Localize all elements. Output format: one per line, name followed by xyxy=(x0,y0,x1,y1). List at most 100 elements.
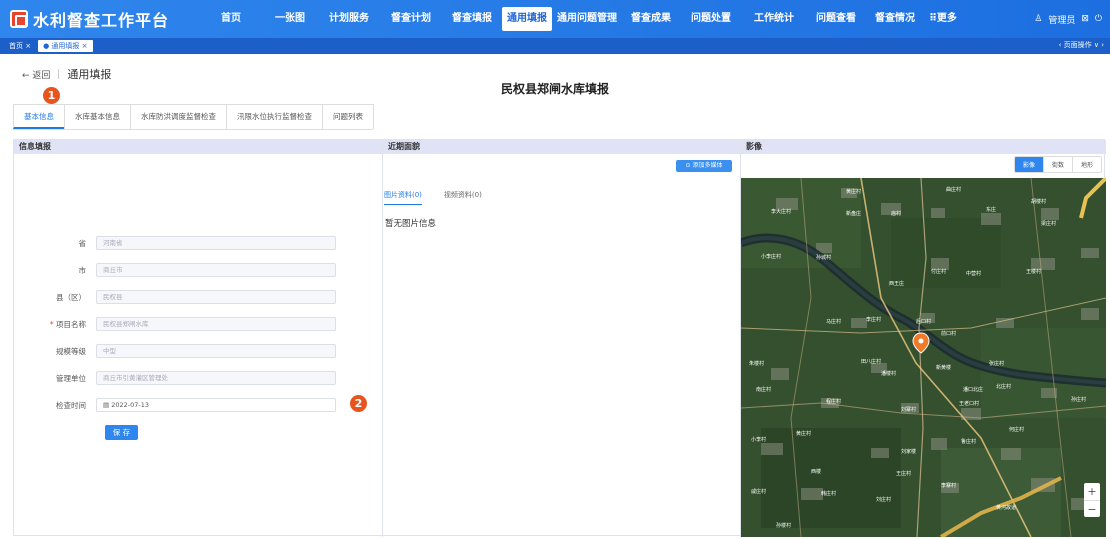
app-title: 水利督查工作平台 xyxy=(33,11,170,30)
map-village-label: 付庄村 xyxy=(931,269,947,275)
user-icon: ♙ xyxy=(1034,14,1043,24)
tab-photos[interactable]: 图片资料(0) xyxy=(384,190,422,205)
panel-divider xyxy=(382,140,383,537)
map-village-label: 韩庄村 xyxy=(821,491,837,497)
add-media-button[interactable]: ⊙ 添加多媒体 xyxy=(676,160,732,172)
form-row-county: 县（区） 民权县 xyxy=(14,290,336,304)
field-label: 市 xyxy=(78,265,87,275)
map-village-label: 潘楼村 xyxy=(881,371,897,377)
sub-tabs: 基本信息 水库基本信息 水库防洪调度监督检查 汛限水位执行监督检查 问题列表 xyxy=(13,104,374,130)
map-village-label: 刘庄村 xyxy=(876,497,892,503)
app-logo[interactable]: 水利督查工作平台 xyxy=(10,7,200,31)
map-village-label: 王老口村 xyxy=(959,401,980,407)
map-village-label: 戚庄村 xyxy=(751,489,767,495)
page-ops[interactable]: ‹ 页面操作 ∨ › xyxy=(1059,40,1104,50)
county-field[interactable]: 民权县 xyxy=(96,290,336,304)
nav-item-general-report[interactable]: 通用填报 xyxy=(502,7,552,31)
nav-item-inspection-status[interactable]: 督查情况 xyxy=(866,7,924,31)
field-label: * 项目名称 xyxy=(14,319,96,330)
map-village-label: 西楼 xyxy=(811,469,822,475)
map-imagery xyxy=(741,178,1106,537)
map-village-label: 孙城村 xyxy=(816,255,832,261)
map-village-label: 刘寨村 xyxy=(901,407,917,413)
nav-item-home[interactable]: 首页 xyxy=(200,7,262,31)
tab-flood-dispatch-check[interactable]: 水库防洪调度监督检查 xyxy=(130,104,227,129)
page-title: 民权县郑闸水库填报 xyxy=(500,82,609,96)
zoom-out-button[interactable]: − xyxy=(1084,500,1100,517)
map-village-label: 西王庄 xyxy=(889,281,905,287)
map-village-label: 孙庄村 xyxy=(1071,397,1087,403)
tab-general-report[interactable]: ● 通用填报 × xyxy=(38,40,93,52)
tab-basic-info[interactable]: 基本信息 xyxy=(13,104,65,129)
tab-issue-list[interactable]: 问题列表 xyxy=(322,104,374,129)
field-label: 省 xyxy=(78,238,87,248)
form-row-management-unit: 管理单位 商丘市引黄灌区管理处 xyxy=(14,371,336,385)
tab-videos[interactable]: 视频资料(0) xyxy=(444,190,482,205)
map-village-label: 后口村 xyxy=(916,319,932,325)
grid-icon: ⠿ xyxy=(929,13,937,24)
map-village-label: 梁庄村 xyxy=(1041,221,1057,227)
field-label: 县（区） xyxy=(56,292,86,302)
map-village-label: 刘家楼 xyxy=(901,449,917,455)
map-village-label: 李大庄村 xyxy=(771,209,792,215)
map-village-label: 曲庄村 xyxy=(946,187,962,193)
tab-flood-level-check[interactable]: 汛限水位执行监督检查 xyxy=(226,104,323,129)
scale-field[interactable]: 中型 xyxy=(96,344,336,358)
tab-reservoir-info[interactable]: 水库基本信息 xyxy=(64,104,131,129)
map-village-label: 鲁庄村 xyxy=(961,439,977,445)
management-unit-field[interactable]: 商丘市引黄灌区管理处 xyxy=(96,371,336,385)
check-time-field[interactable]: ▤ 2022-07-13 xyxy=(96,398,336,412)
map-village-label: 小李庄村 xyxy=(761,254,782,260)
map-village-label: 潘口北庄 xyxy=(963,387,984,393)
form-row-check-time: 检查时间 ▤ 2022-07-13 xyxy=(14,398,336,412)
province-field[interactable]: 河南省 xyxy=(96,236,336,250)
nav-item-map[interactable]: 一张图 xyxy=(262,7,318,31)
save-button[interactable]: 保 存 xyxy=(105,425,138,440)
nav-item-issue-handling[interactable]: 问题处置 xyxy=(680,7,742,31)
nav-item-results[interactable]: 督查成果 xyxy=(622,7,680,31)
nav-item-issue-view[interactable]: 问题查看 xyxy=(806,7,866,31)
map-village-label: 马庄村 xyxy=(826,319,842,325)
tab-home[interactable]: 首页 × xyxy=(4,40,36,52)
field-label: 规模等级 xyxy=(56,346,86,356)
map-village-label: 朱楼村 xyxy=(749,361,765,367)
content-panels: 信息填报 近期面貌 影像 省 河南省 市 商丘市 县（区） 民权县 * 项目名称… xyxy=(13,139,1106,537)
map-zoom-control: + − xyxy=(1084,483,1100,517)
main-nav: 首页 一张图 计划服务 督查计划 督查填报 通用填报 通用问题管理 督查成果 问… xyxy=(200,0,962,38)
user-name[interactable]: 管理员 xyxy=(1048,13,1075,26)
fullscreen-icon[interactable]: ⊠ xyxy=(1081,14,1089,24)
nav-item-more[interactable]: ⠿更多 xyxy=(924,7,962,31)
map-village-label: 北庄村 xyxy=(996,384,1012,390)
map-toggle-streets[interactable]: 街数 xyxy=(1042,157,1072,172)
calendar-icon: ▤ xyxy=(103,401,112,409)
tab-bar: 首页 × ● 通用填报 × ‹ 页面操作 ∨ › xyxy=(0,38,1110,54)
satellite-map[interactable]: 黄庄村 曲庄村 李大庄村 新盘庄 庙村 东庄 胡楼村 梁庄村 小李庄村 孙城村 … xyxy=(741,178,1106,537)
nav-item-inspection-report[interactable]: 督查填报 xyxy=(442,7,502,31)
map-village-label: 田八庄村 xyxy=(861,359,882,365)
nav-item-inspection-plan[interactable]: 督查计划 xyxy=(380,7,442,31)
project-name-field[interactable]: 民权县郑闸水库 xyxy=(96,317,336,331)
zoom-in-button[interactable]: + xyxy=(1084,483,1100,500)
panel-header-info: 信息填报 xyxy=(14,140,382,154)
map-village-label: 孙楼村 xyxy=(776,523,792,529)
map-toggle-imagery[interactable]: 影像 xyxy=(1014,157,1043,172)
map-toggle-terrain[interactable]: 地形 xyxy=(1071,157,1101,172)
form-row-project-name: * 项目名称 民权县郑闸水库 xyxy=(14,317,336,331)
field-label-text: 项目名称 xyxy=(56,319,86,329)
nav-item-statistics[interactable]: 工作统计 xyxy=(742,7,806,31)
power-icon[interactable]: ⏻ xyxy=(1095,14,1102,24)
map-village-label: 前口村 xyxy=(941,331,957,337)
city-field[interactable]: 商丘市 xyxy=(96,263,336,277)
nav-item-plan-service[interactable]: 计划服务 xyxy=(318,7,380,31)
back-link[interactable]: ← 返回 xyxy=(22,68,50,81)
form-row-scale: 规模等级 中型 xyxy=(14,344,336,358)
map-village-label: 东庄 xyxy=(986,207,997,213)
map-village-label: 王庄村 xyxy=(896,471,912,477)
map-village-label: 黄庄村 xyxy=(796,431,812,437)
map-village-label: 中营村 xyxy=(966,271,982,277)
map-village-label: 黄庄村 xyxy=(846,189,862,195)
nav-item-issue-management[interactable]: 通用问题管理 xyxy=(552,7,622,31)
map-village-label: 南庄村 xyxy=(756,387,772,393)
nav-more-label: 更多 xyxy=(936,13,957,24)
panel-header-image: 影像 xyxy=(741,140,1106,154)
